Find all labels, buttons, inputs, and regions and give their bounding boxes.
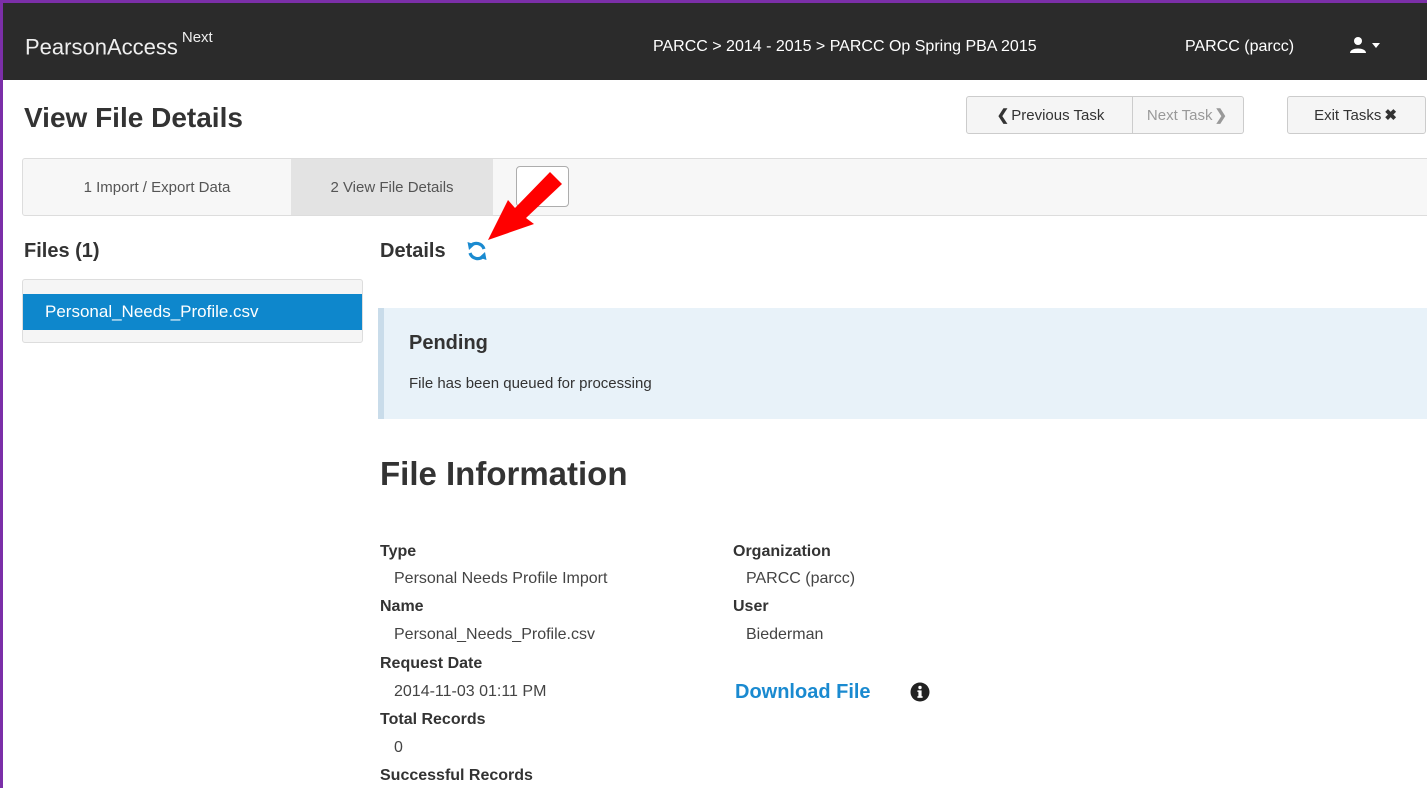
type-value: Personal Needs Profile Import xyxy=(394,570,608,587)
breadcrumb[interactable]: PARCC > 2014 - 2015 > PARCC Op Spring PB… xyxy=(653,38,1037,56)
type-label: Type xyxy=(380,543,417,560)
list-item[interactable]: Personal_Needs_Profile.csv xyxy=(23,294,362,330)
previous-task-label: Previous Task xyxy=(1011,106,1105,124)
step-view-file-details[interactable]: 2 View File Details xyxy=(291,159,493,215)
status-message: File has been queued for processing xyxy=(409,375,652,392)
close-icon: ✖ xyxy=(1384,107,1397,124)
organization-value: PARCC (parcc) xyxy=(746,570,856,587)
request-date-label: Request Date xyxy=(380,655,483,672)
chevron-right-icon: ❯ xyxy=(1214,107,1228,124)
org-selector[interactable]: PARCC (parcc) xyxy=(1185,38,1294,56)
exit-tasks-label: Exit Tasks xyxy=(1314,106,1382,124)
next-task-button[interactable]: Next Task ❯ xyxy=(1133,96,1244,134)
total-records-value: 0 xyxy=(394,739,403,756)
exit-tasks-button[interactable]: Exit Tasks ✖ xyxy=(1287,96,1426,134)
user-label: User xyxy=(733,598,769,615)
next-task-label: Next Task xyxy=(1146,106,1213,124)
file-information-heading: File Information xyxy=(380,455,628,492)
task-steps: 1 Import / Export Data 2 View File Detai… xyxy=(22,158,1427,216)
user-value: Biederman xyxy=(746,626,824,643)
brand-sup: Next xyxy=(181,29,213,46)
status-alert: Pending File has been queued for process… xyxy=(378,308,1427,419)
request-date-value: 2014-11-03 01:11 PM xyxy=(394,683,547,700)
name-label: Name xyxy=(380,598,424,615)
top-navbar: PearsonAccess Next PARCC > 2014 - 2015 > … xyxy=(3,3,1427,80)
brand-name: PearsonAccess xyxy=(25,34,178,60)
info-icon[interactable] xyxy=(910,682,930,702)
download-file-link[interactable]: Download File xyxy=(735,681,871,704)
files-heading: Files (1) xyxy=(24,240,100,262)
annotation-arrow-icon xyxy=(488,172,562,240)
step-import-export[interactable]: 1 Import / Export Data xyxy=(23,159,291,215)
user-menu-button[interactable] xyxy=(1349,35,1389,59)
successful-records-label: Successful Records xyxy=(380,767,533,784)
name-value: Personal_Needs_Profile.csv xyxy=(394,626,595,643)
brand-logo[interactable]: PearsonAccess Next xyxy=(25,29,213,60)
status-title: Pending xyxy=(409,332,488,354)
organization-label: Organization xyxy=(733,543,831,560)
previous-task-button[interactable]: ❮ Previous Task xyxy=(966,96,1133,134)
total-records-label: Total Records xyxy=(380,711,486,728)
files-list: Personal_Needs_Profile.csv xyxy=(22,279,363,343)
details-heading: Details xyxy=(380,240,446,262)
page-title: View File Details xyxy=(24,102,243,133)
chevron-left-icon: ❮ xyxy=(996,107,1010,124)
chevron-down-icon xyxy=(1372,43,1380,48)
user-icon xyxy=(1350,37,1366,53)
